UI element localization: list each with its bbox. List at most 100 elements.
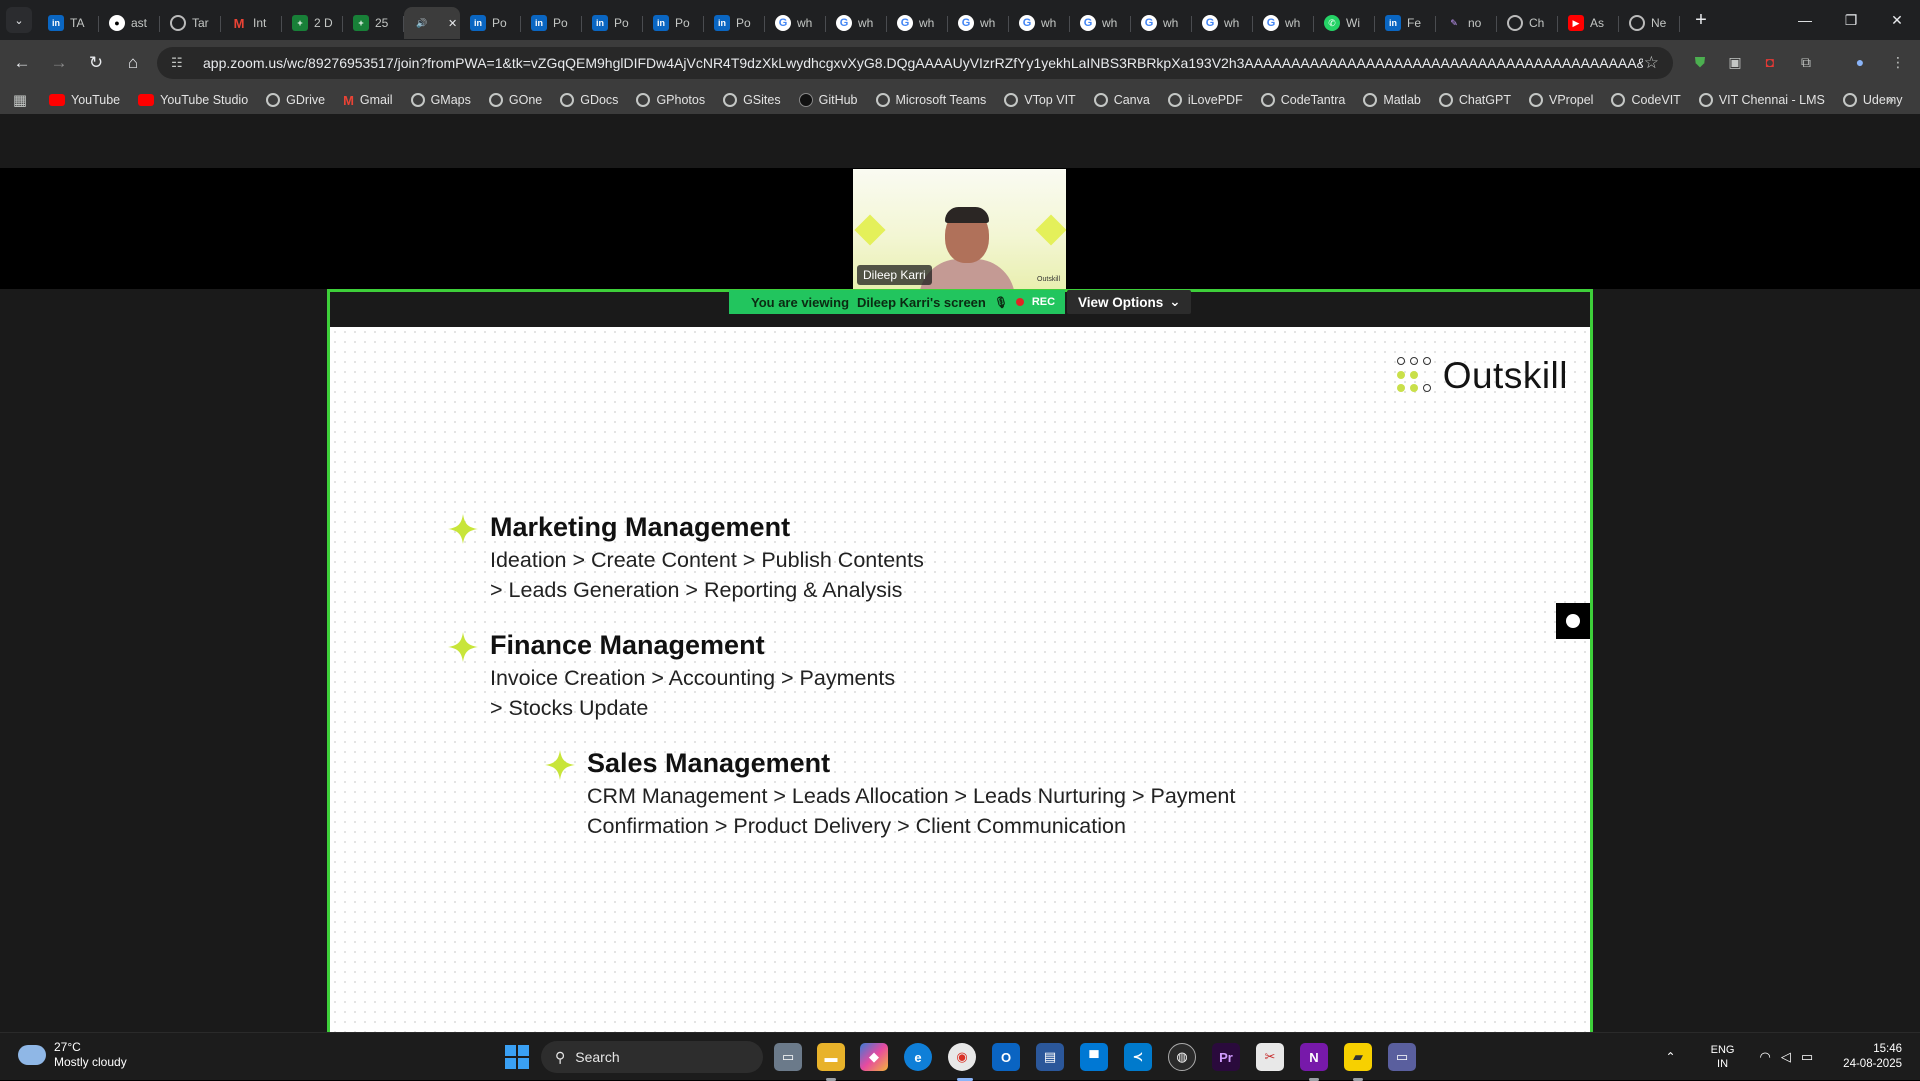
edge-icon[interactable]: e [904,1043,932,1071]
restore-icon[interactable]: ❐ [1828,0,1874,40]
clock[interactable]: 15:46 24-08-2025 [1843,1042,1902,1072]
bookmark-item[interactable]: CodeTantra [1252,86,1355,114]
globe-icon [723,93,738,107]
browser-tab-strip: ⌄ in TA ● ast Tar M Int +2 D +25 🔊 ✕ in Po in Po in Po in… [0,0,1920,40]
tab[interactable]: +2 D [282,7,343,39]
apps-grid-icon[interactable]: ▦ [0,91,40,109]
tab[interactable]: Gwh [1009,7,1070,39]
side-panel-handle[interactable] [1556,603,1590,639]
menu-kebab-icon[interactable]: ⋮ [1886,50,1910,74]
profile-avatar[interactable]: ● [1848,50,1872,74]
bookmark-item[interactable]: Microsoft Teams [867,86,996,114]
camera-extension-icon[interactable]: ▣ [1723,50,1747,74]
bookmark-item[interactable]: M Gmail [334,86,402,114]
tab[interactable]: Gwh [826,7,887,39]
forward-button[interactable]: → [41,45,77,81]
bookmark-item[interactable]: YouTube [40,86,129,114]
tab[interactable]: Gwh [1253,7,1314,39]
bookmark-item[interactable]: YouTube Studio [129,86,257,114]
more-bookmarks-icon[interactable]: » [1886,91,1894,107]
vscode-icon[interactable]: ≺ [1124,1043,1152,1071]
tab[interactable]: in Po [643,7,704,39]
tab[interactable]: in Po [521,7,582,39]
bookmark-item[interactable]: GPhotos [627,86,714,114]
weather-widget[interactable]: 27°C Mostly cloudy [18,1040,127,1070]
tab[interactable]: ▶ As [1558,7,1619,39]
address-bar[interactable]: ☷ app.zoom.us/wc/89276953517/join?fromPW… [157,47,1673,79]
calendar-app-icon[interactable]: ▀ [1080,1043,1108,1071]
tab-active[interactable]: 🔊 ✕ [404,7,460,39]
tab[interactable]: Gwh [1192,7,1253,39]
outlook-icon[interactable]: O [992,1043,1020,1071]
bookmark-item[interactable]: iLovePDF [1159,86,1252,114]
tab[interactable]: in Po [704,7,765,39]
shield-extension-icon[interactable]: ⛊ [1688,50,1712,74]
tab[interactable]: in Fe [1375,7,1436,39]
close-tab-icon[interactable]: ✕ [448,17,457,30]
bookmark-item[interactable]: VPropel [1520,86,1602,114]
site-settings-icon[interactable]: ☷ [171,55,193,71]
zoom-pwa-icon[interactable]: ▭ [1388,1043,1416,1071]
bookmark-item[interactable]: VIT Chennai - LMS [1690,86,1834,114]
tab[interactable]: Ne [1619,7,1680,39]
bookmark-item[interactable]: Udemy [1834,86,1912,114]
copilot-icon[interactable]: ◆ [860,1043,888,1071]
tab[interactable]: Gwh [1131,7,1192,39]
tab[interactable]: +25 [343,7,404,39]
tab[interactable]: Gwh [1070,7,1131,39]
bookmark-item[interactable]: GDocs [551,86,627,114]
tab[interactable]: Gwh [765,7,826,39]
bookmark-item[interactable]: GitHub [790,86,867,114]
quick-settings[interactable]: ◠ ◁ ▭ [1760,1049,1814,1065]
pocket-extension-icon[interactable]: ◘ [1758,50,1782,74]
bookmark-item[interactable]: GSites [714,86,790,114]
bookmark-item[interactable]: GDrive [257,86,334,114]
windows-start-icon[interactable] [505,1045,529,1069]
new-tab-button[interactable]: + [1686,9,1716,32]
minimize-icon[interactable]: — [1782,0,1828,40]
task-view-icon[interactable]: ▭ [774,1043,802,1071]
tab[interactable]: in TA [38,7,99,39]
tab[interactable]: ● ast [99,7,160,39]
tab[interactable]: in Po [460,7,521,39]
tab[interactable]: Gwh [887,7,948,39]
tab[interactable]: ✆ Wi [1314,7,1375,39]
tab[interactable]: ✎ no [1436,7,1497,39]
bookmark-item[interactable]: CodeVIT [1602,86,1689,114]
bookmark-item[interactable]: GMaps [402,86,480,114]
bookmark-item[interactable]: VTop VIT [995,86,1084,114]
close-icon[interactable]: ✕ [1874,0,1920,40]
microsoft-store-icon[interactable]: ▤ [1036,1043,1064,1071]
tab-search-button[interactable]: ⌄ [0,0,38,40]
reload-button[interactable]: ↻ [78,45,114,81]
bookmark-item[interactable]: GOne [480,86,551,114]
home-button[interactable]: ⌂ [115,45,151,81]
tab[interactable]: Tar [160,7,221,39]
extensions-puzzle-icon[interactable]: ⧉ [1794,50,1818,74]
tab[interactable]: in Po [582,7,643,39]
back-button[interactable]: ← [4,45,40,81]
view-options-button[interactable]: View Options ⌄ [1067,290,1191,314]
bookmark-item[interactable]: Matlab [1354,86,1430,114]
tab[interactable]: Ch [1497,7,1558,39]
tab[interactable]: M Int [221,7,282,39]
file-explorer-icon[interactable]: ▬ [817,1043,845,1071]
chevron-up-icon[interactable]: ⌃ [1656,1050,1686,1064]
sticky-notes-icon[interactable]: ▰ [1344,1043,1372,1071]
tab[interactable]: Gwh [948,7,1009,39]
bookmark-item[interactable]: Canva [1085,86,1159,114]
github-icon [798,93,813,107]
language-indicator[interactable]: ENG IN [1708,1043,1738,1071]
bookmark-star-icon[interactable]: ☆ [1644,53,1659,73]
taskbar-search[interactable]: ⚲ Search [541,1041,763,1073]
onenote-icon[interactable]: N [1300,1043,1328,1071]
chrome-icon[interactable]: ◉ [948,1043,976,1071]
url-text[interactable]: app.zoom.us/wc/89276953517/join?fromPWA=… [203,55,1643,71]
bookmark-label: Udemy [1862,93,1903,107]
sheets-icon: + [353,15,369,31]
participant-video-tile[interactable]: Dileep Karri Outskill [853,169,1066,289]
bookmark-item[interactable]: ChatGPT [1430,86,1520,114]
snipping-tool-icon[interactable]: ✂ [1256,1043,1284,1071]
obs-icon[interactable]: ◍ [1168,1043,1196,1071]
premiere-pro-icon[interactable]: Pr [1212,1043,1240,1071]
